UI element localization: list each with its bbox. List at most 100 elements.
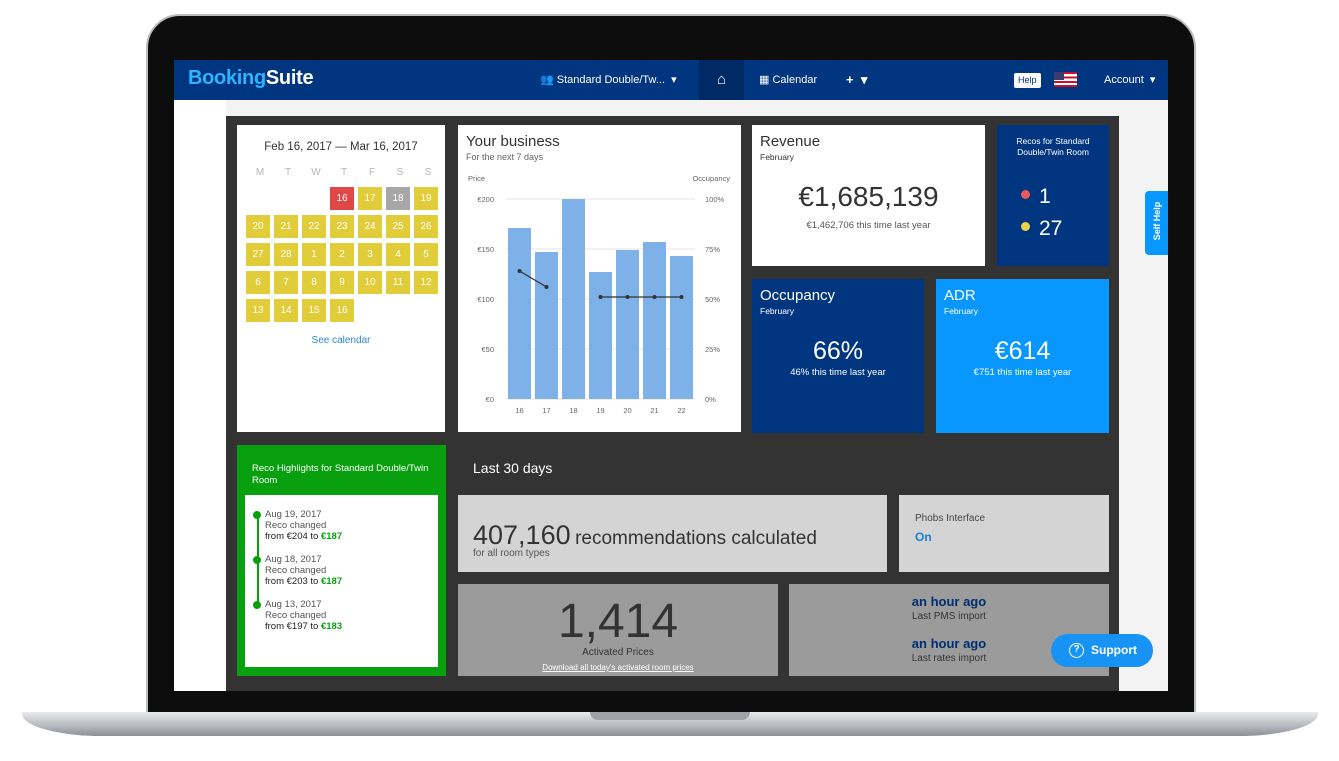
calendar-day[interactable]: 23 (330, 215, 354, 238)
recommendations-card: 407,160 recommendations calculated for a… (458, 495, 887, 572)
calendar-day[interactable]: 3 (358, 243, 382, 266)
highlight-date: Aug 18, 2017 (265, 554, 322, 565)
calendar-day[interactable]: 5 (414, 243, 438, 266)
occupancy-point (544, 285, 549, 289)
plus-icon: + (846, 72, 854, 87)
y2-tick-label: 100% (705, 195, 725, 204)
activated-prices-card: 1,414 Activated Prices Download all toda… (458, 584, 778, 676)
x-tick-label: 19 (596, 406, 604, 415)
home-button[interactable]: ⌂ (699, 60, 744, 100)
calendar-nav[interactable]: ▦ Calendar (759, 60, 817, 100)
calendar-day[interactable]: 6 (246, 271, 270, 294)
see-calendar-link[interactable]: See calendar (237, 335, 445, 346)
download-prices-link[interactable]: Download all today's activated room pric… (458, 663, 778, 672)
occupancy-title: Occupancy (760, 287, 836, 304)
highlight-from: from €203 to (265, 576, 319, 587)
calendar-day[interactable]: 10 (358, 271, 382, 294)
weekday-label: M (255, 167, 265, 178)
weekday-label: T (340, 167, 348, 178)
business-card: Your business For the next 7 days Price O… (458, 125, 741, 432)
highlight-date: Aug 19, 2017 (265, 509, 322, 520)
calendar-day[interactable]: 8 (302, 271, 326, 294)
weekday-label: W (311, 167, 321, 178)
reco-highlights-title: Reco Highlights for Standard Double/Twin… (252, 463, 429, 486)
us-flag-icon[interactable] (1054, 72, 1077, 87)
highlight-date: Aug 13, 2017 (265, 599, 322, 610)
occupancy-period: February (760, 306, 795, 316)
calendar-day[interactable]: 18 (386, 187, 410, 210)
calendar-day[interactable]: 27 (246, 243, 270, 266)
calendar-day[interactable]: 28 (274, 243, 298, 266)
price-bar (508, 228, 531, 399)
account-label: Account (1104, 74, 1144, 86)
calendar-day[interactable]: 16 (330, 299, 354, 322)
laptop-notch (590, 712, 750, 720)
calendar-day[interactable]: 4 (386, 243, 410, 266)
calendar-day[interactable]: 22 (302, 215, 326, 238)
x-tick-label: 21 (650, 406, 658, 415)
pms-import-time: an hour ago (911, 594, 987, 609)
highlight-label: Reco changed (265, 565, 327, 576)
calendar-day[interactable]: 14 (274, 299, 298, 322)
business-chart: Price Occupancy €200 100% €150 75% €100 50% €50 2… (468, 174, 730, 415)
highlight-label: Reco changed (265, 610, 327, 621)
room-selector-label: Standard Double/Tw... (556, 74, 665, 86)
room-selector[interactable]: 👥 Standard Double/Tw... ▾ (540, 60, 677, 100)
timeline-dot-icon (253, 601, 261, 609)
y2-tick-label: 75% (705, 245, 720, 254)
calendar-day[interactable]: 1 (302, 243, 326, 266)
recos-card[interactable]: Recos for Standard Double/Twin Room 1 27 (997, 125, 1109, 266)
y2-axis-label: Occupancy (692, 174, 730, 183)
calendar-day[interactable]: 19 (414, 187, 438, 210)
chevron-down-icon: ▾ (668, 74, 677, 86)
calendar-day[interactable]: 9 (330, 271, 354, 294)
calendar-day[interactable]: 12 (414, 271, 438, 294)
y-tick-label: €200 (477, 195, 494, 204)
x-tick-label: 16 (515, 406, 523, 415)
calendar-day[interactable]: 26 (414, 215, 438, 238)
calendar-day[interactable]: 16 (330, 187, 354, 210)
price-bar (643, 242, 666, 399)
occupancy-last-year: 46% this time last year (790, 367, 886, 378)
recos-red-value: 1 (1039, 185, 1051, 208)
add-menu[interactable]: + ▾ (846, 60, 867, 100)
account-menu[interactable]: Account ▾ (1104, 60, 1155, 100)
weekday-label: F (368, 167, 376, 178)
activated-prices-label: Activated Prices (582, 647, 654, 658)
support-button[interactable]: ? Support (1051, 634, 1153, 667)
y-tick-label: €0 (486, 395, 494, 404)
weekday-label: T (284, 167, 292, 178)
weekday-label: S (424, 167, 432, 178)
chevron-down-icon: ▾ (857, 72, 868, 87)
adr-card: ADR February €614 €751 this time last ye… (936, 279, 1109, 433)
calendar-day[interactable]: 17 (358, 187, 382, 210)
calendar-day[interactable]: 21 (274, 215, 298, 238)
calendar-day[interactable]: 2 (330, 243, 354, 266)
self-help-tab[interactable]: Self Help (1145, 191, 1168, 255)
price-bar (562, 199, 585, 399)
calendar-empty-cell (274, 187, 298, 210)
calendar-day[interactable]: 24 (358, 215, 382, 238)
calendar-day[interactable]: 13 (246, 299, 270, 322)
adr-title: ADR (944, 287, 976, 304)
price-bar (670, 256, 693, 399)
brand-logo[interactable]: BookingSuite (188, 67, 314, 90)
y-tick-label: €150 (477, 245, 494, 254)
calendar-card: Feb 16, 2017 — Mar 16, 2017 M T W T F S … (237, 125, 445, 432)
calendar-day[interactable]: 20 (246, 215, 270, 238)
calendar-empty-cell (302, 187, 326, 210)
recommendations-label: recommendations calculated (575, 528, 817, 549)
calendar-day[interactable]: 15 (302, 299, 326, 322)
price-bar (589, 272, 612, 399)
brand-part-suite: Suite (265, 67, 314, 89)
help-button[interactable]: Help (1014, 73, 1041, 88)
adr-period: February (944, 306, 979, 316)
y-axis-label: Price (468, 174, 485, 183)
calendar-day[interactable]: 7 (274, 271, 298, 294)
x-tick-label: 18 (569, 406, 577, 415)
calendar-day[interactable]: 25 (386, 215, 410, 238)
y-tick-label: €100 (477, 295, 494, 304)
calendar-day[interactable]: 11 (386, 271, 410, 294)
recos-red-count: 1 (1021, 185, 1051, 209)
highlight-label: Reco changed (265, 520, 327, 531)
